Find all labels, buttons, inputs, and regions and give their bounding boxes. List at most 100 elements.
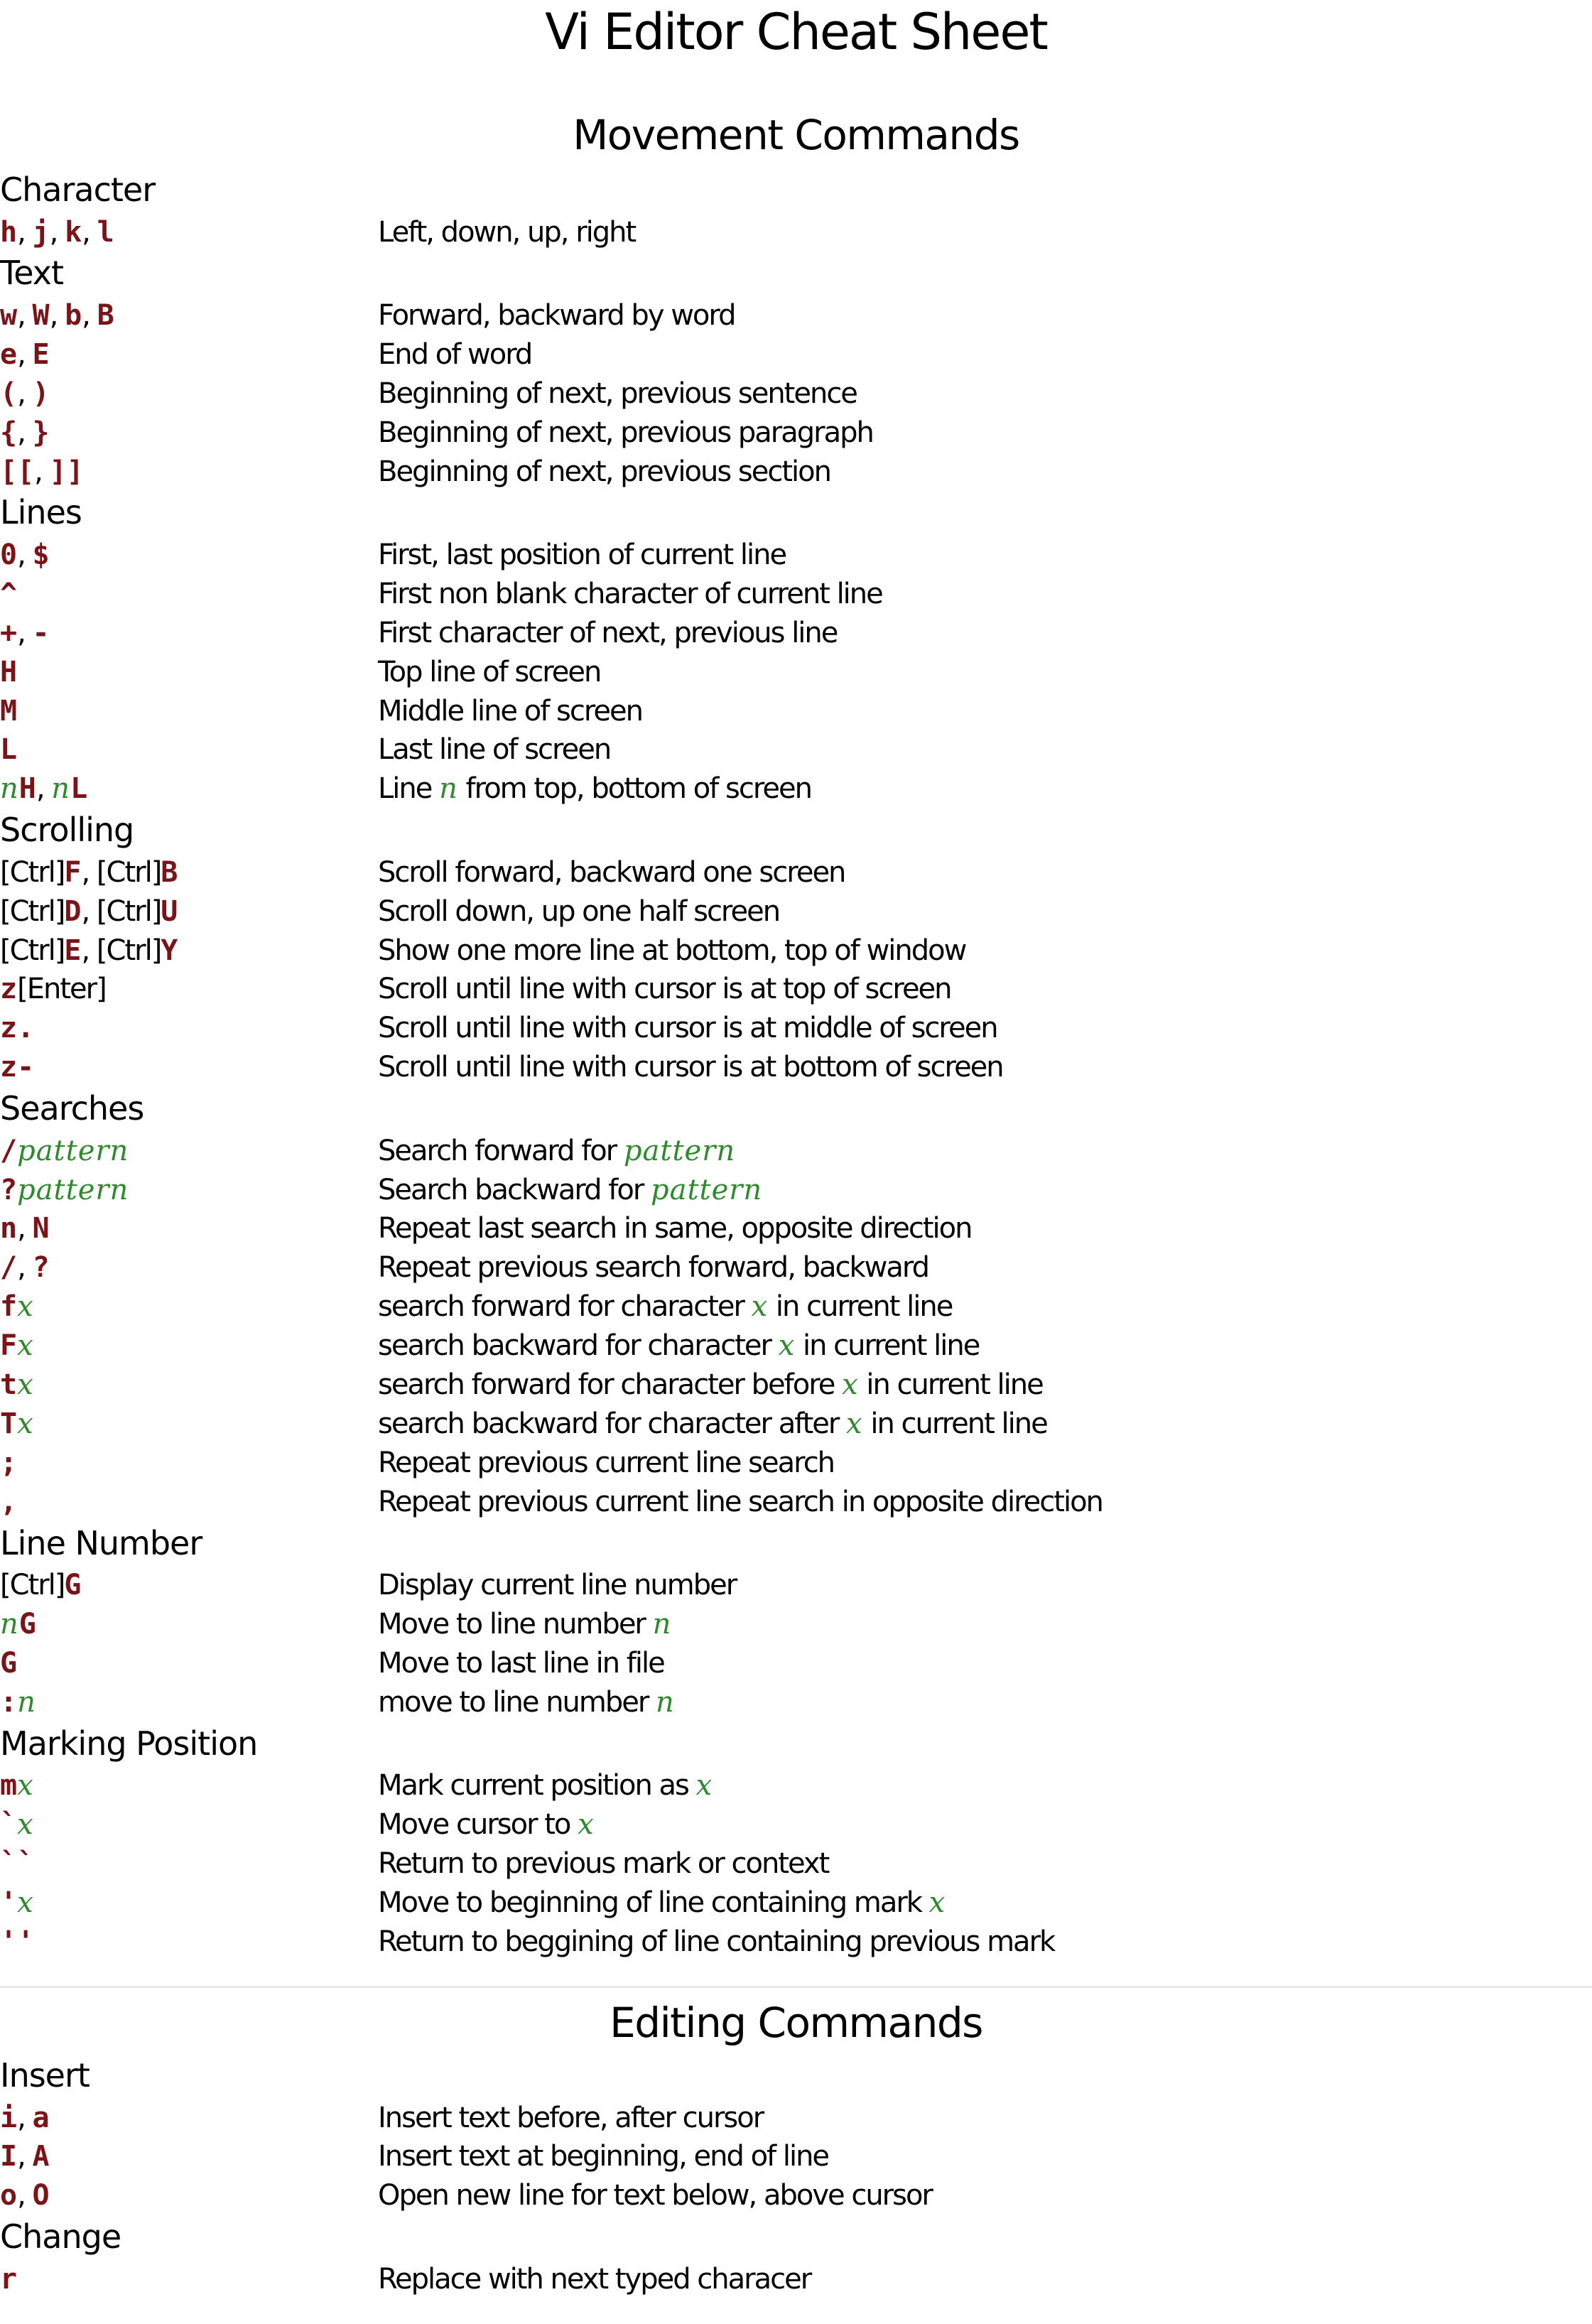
description-text: in current line xyxy=(795,1329,980,1363)
key-token: F xyxy=(0,1329,18,1363)
command-row: `x Move cursor to x xyxy=(0,1805,1592,1844)
description-text: Repeat last search in same, opposite dir… xyxy=(378,1212,973,1245)
variable-token: x xyxy=(17,1329,34,1363)
command-description: Beginning of next, previous section xyxy=(378,453,832,492)
key-token: : xyxy=(0,1685,18,1719)
key-token: I xyxy=(0,2140,18,2173)
command-row: nG Move to line number n xyxy=(0,1605,1592,1644)
description-text: Middle line of screen xyxy=(378,694,644,728)
command-description: Forward, backward by word xyxy=(378,296,737,335)
description-text: Scroll down, up one half screen xyxy=(378,895,781,928)
command-row: [[, ]] Beginning of next, previous sectio… xyxy=(0,453,1592,492)
description-text: from top, bottom of screen xyxy=(457,772,813,806)
group-heading: Marking Position xyxy=(0,1724,258,1763)
description-text: search backward for character xyxy=(378,1329,779,1363)
description-text: Move cursor to xyxy=(378,1808,578,1842)
command-row: o, O Open new line for text below, above … xyxy=(0,2176,1592,2215)
command-description: Replace with next typed characer xyxy=(378,2260,812,2299)
description-text: Insert text at beginning, end of line xyxy=(378,2140,830,2173)
variable-token: x xyxy=(778,1329,796,1363)
command-keys: ^ xyxy=(0,575,17,614)
key-token: m xyxy=(0,1769,18,1803)
key-token: ]] xyxy=(49,455,84,488)
key-token: '' xyxy=(0,1925,35,1958)
key-token: F xyxy=(64,855,82,889)
description-text: Move to line number xyxy=(378,1608,653,1641)
description-text: Beginning of next, previous paragraph xyxy=(378,416,874,449)
command-row: L Last line of screen xyxy=(0,730,1592,769)
command-row: [Ctrl]F, [Ctrl]B Scroll forward, backward… xyxy=(0,853,1592,892)
command-description: Repeat previous current line search in o… xyxy=(378,1483,1104,1522)
command-description: First, last position of current line xyxy=(378,536,787,575)
description-text: Move to beginning of line containing mar… xyxy=(378,1886,929,1919)
command-keys: [Ctrl]G xyxy=(0,1566,81,1605)
command-description: search backward for character after x in… xyxy=(378,1405,1049,1444)
key-token: B xyxy=(161,855,178,889)
key-token: O xyxy=(32,2179,50,2212)
description-text: First character of next, previous line xyxy=(378,616,838,649)
separator-text: , xyxy=(17,416,33,449)
key-token: r xyxy=(0,2262,18,2296)
command-row: r Replace with next typed characer xyxy=(0,2260,1592,2299)
command-description: Show one more line at bottom, top of win… xyxy=(378,931,967,971)
command-row: i, a Insert text before, after cursor xyxy=(0,2099,1592,2138)
section-title: Movement Commands xyxy=(573,111,1020,159)
key-token: ; xyxy=(0,1446,18,1479)
command-description: Repeat previous search forward, backward xyxy=(378,1248,930,1287)
key-token: D xyxy=(64,895,82,928)
key-token: H xyxy=(18,772,36,806)
variable-token: x xyxy=(17,1769,34,1803)
variable-token: n xyxy=(0,1608,19,1641)
separator-text: , xyxy=(17,1212,33,1245)
command-keys: tx xyxy=(0,1366,34,1405)
separator-text: [Ctrl] xyxy=(0,855,65,889)
key-token: L xyxy=(70,772,88,806)
description-text: search forward for character xyxy=(378,1290,752,1324)
description-text: Search forward for xyxy=(378,1134,624,1167)
key-token: 0 xyxy=(0,538,18,571)
command-row: +, - First character of next, previous li… xyxy=(0,614,1592,653)
command-keys: 'x xyxy=(0,1883,34,1923)
command-keys: +, - xyxy=(0,614,50,653)
key-token: z. xyxy=(0,1012,35,1045)
key-token: - xyxy=(32,616,50,649)
variable-token: pattern xyxy=(17,1173,129,1206)
command-keys: z- xyxy=(0,1048,34,1087)
command-description: search forward for character x in curren… xyxy=(378,1287,953,1326)
command-description: Move cursor to x xyxy=(378,1805,595,1844)
command-description: Mark current position as x xyxy=(378,1766,713,1805)
key-token: [[ xyxy=(0,455,35,488)
command-row: M Middle line of screen xyxy=(0,692,1592,731)
variable-token: x xyxy=(928,1886,946,1919)
command-keys: mx xyxy=(0,1766,34,1805)
description-text: Beginning of next, previous section xyxy=(378,455,832,488)
key-token: G xyxy=(64,1569,82,1602)
command-keys: nH, nL xyxy=(0,769,87,809)
key-token: B xyxy=(97,298,114,332)
key-token: z xyxy=(0,973,18,1006)
command-row: I, A Insert text at beginning, end of lin… xyxy=(0,2137,1592,2176)
command-description: Beginning of next, previous sentence xyxy=(378,374,858,414)
command-description: Search backward for pattern xyxy=(378,1171,762,1210)
key-token: h xyxy=(0,215,18,249)
description-text: Repeat previous current line search xyxy=(378,1446,835,1479)
command-keys: r xyxy=(0,2260,17,2299)
description-text: in current line xyxy=(768,1290,953,1324)
command-keys: z[Enter] xyxy=(0,970,107,1009)
key-token: `` xyxy=(0,1847,35,1880)
command-row: '' Return to beggining of line containing… xyxy=(0,1923,1592,1962)
command-description: Move to beginning of line containing mar… xyxy=(378,1883,946,1923)
separator-text: , xyxy=(17,377,33,410)
description-text: search backward for character after xyxy=(378,1407,847,1440)
command-keys: L xyxy=(0,730,17,769)
separator-text: , [Ctrl] xyxy=(81,895,162,928)
key-token: U xyxy=(161,895,178,928)
command-row: 'x Move to beginning of line containing m… xyxy=(0,1883,1592,1923)
command-description: Search forward for pattern xyxy=(378,1132,735,1171)
description-text: End of word xyxy=(378,337,533,371)
key-token: + xyxy=(0,616,18,649)
key-token: G xyxy=(18,1608,36,1641)
description-text: Scroll until line with cursor is at midd… xyxy=(378,1012,999,1045)
separator-text: , xyxy=(17,1251,33,1285)
command-row: {, } Beginning of next, previous paragrap… xyxy=(0,414,1592,453)
